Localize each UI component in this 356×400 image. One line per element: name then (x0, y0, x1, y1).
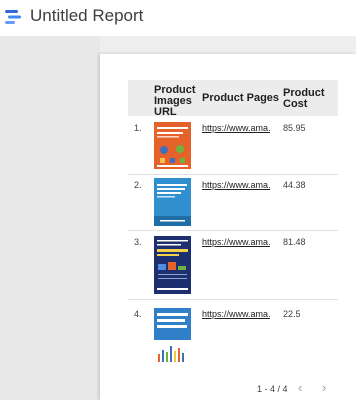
pagination-range: 1 - 4 / 4 (257, 384, 288, 394)
product-page-link[interactable]: https://www.ama… (202, 237, 270, 247)
row-number: 1. (134, 123, 142, 133)
column-header-pages[interactable]: Product Pages (202, 93, 279, 104)
report-title[interactable]: Untitled Report (30, 6, 143, 26)
product-page-link[interactable]: https://www.ama… (202, 180, 270, 190)
chevron-left-icon[interactable]: ‹ (298, 380, 302, 395)
book-cover-image (154, 308, 191, 366)
row-number: 3. (134, 237, 142, 247)
book-cover-image (154, 122, 191, 169)
product-cost: 22.5 (283, 309, 301, 319)
row-divider (128, 230, 338, 231)
data-studio-logo-icon (5, 10, 21, 24)
column-header-cost[interactable]: Product Cost (283, 88, 333, 110)
row-divider (128, 299, 338, 300)
product-cost: 81.48 (283, 237, 306, 247)
product-page-link[interactable]: https://www.ama… (202, 123, 270, 133)
book-cover-image (154, 178, 191, 226)
row-number: 2. (134, 180, 142, 190)
book-cover-image (154, 236, 191, 294)
product-cost: 44.38 (283, 180, 306, 190)
page-gutter (0, 36, 100, 400)
row-divider (128, 174, 338, 175)
table-header: Product Images URL Product Pages Product… (128, 80, 338, 118)
product-cost: 85.95 (283, 123, 306, 133)
chevron-right-icon[interactable]: › (322, 380, 326, 395)
row-number: 4. (134, 309, 142, 319)
top-bar: Untitled Report (0, 0, 356, 36)
column-header-images-url[interactable]: Product Images URL (154, 85, 198, 118)
report-canvas: Product Images URL Product Pages Product… (100, 54, 356, 400)
product-page-link[interactable]: https://www.ama… (202, 309, 270, 319)
